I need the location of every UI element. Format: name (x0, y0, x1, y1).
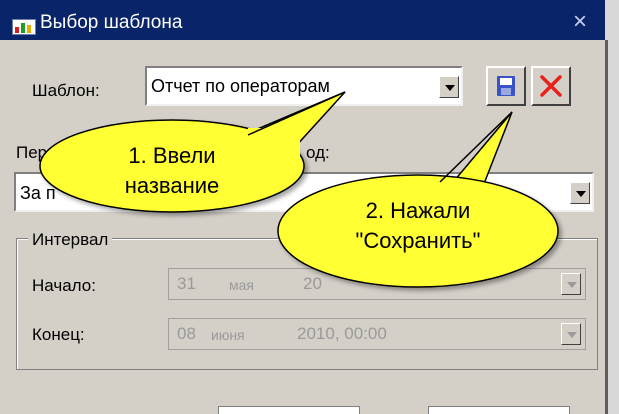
callout-2-line-1: 2. Нажали (365, 198, 471, 223)
interval-title: Интервал (28, 230, 113, 250)
save-button[interactable] (486, 66, 526, 106)
end-day: 08 (177, 324, 196, 343)
period-label: Период: (16, 143, 81, 162)
bottom-field (218, 406, 360, 414)
callout-2-line-2: "Сохранить" (355, 228, 481, 253)
window-title: Выбор шаблона (40, 12, 183, 33)
end-dropdown-icon (561, 323, 581, 345)
red-x-icon (540, 75, 562, 97)
bottom-field (428, 406, 570, 414)
callout-text-1: 1. Ввели название (72, 141, 272, 201)
start-day: 31 (177, 274, 196, 293)
period-value: За п (20, 183, 56, 203)
interval-group (16, 238, 598, 370)
start-year-time: 20 (303, 274, 322, 293)
template-dropdown-icon[interactable] (439, 76, 459, 98)
start-dropdown-icon (561, 273, 581, 295)
template-combobox[interactable]: Отчет по операторам (145, 66, 463, 106)
app-icon (12, 19, 36, 35)
callout-1-line-2: название (124, 173, 220, 198)
period-dropdown-icon[interactable] (570, 182, 590, 204)
start-date-field: 31 мая 20 (168, 268, 586, 300)
title-bar[interactable]: Выбор шаблона × (0, 0, 605, 40)
end-year-time: 2010, 00:00 (297, 324, 387, 343)
callout-text-2: 2. Нажали "Сохранить" (318, 196, 518, 256)
end-date-field: 08 июня 2010, 00:00 (168, 318, 586, 350)
template-value: Отчет по операторам (151, 76, 330, 96)
end-month: июня (211, 327, 245, 343)
template-label: Шаблон: (32, 81, 100, 100)
window-edge (605, 0, 619, 414)
callout-1-line-1: 1. Ввели (128, 143, 216, 168)
bottom-controls (0, 400, 605, 414)
delete-button[interactable] (531, 66, 571, 106)
floppy-disk-icon (497, 76, 515, 96)
period-label-tail: од: (306, 143, 330, 162)
close-icon[interactable]: × (573, 8, 587, 36)
end-label: Конец: (32, 325, 85, 344)
template-dialog: Выбор шаблона × Шаблон: Отчет по операто… (0, 0, 605, 414)
start-month: мая (229, 277, 254, 293)
start-label: Начало: (32, 276, 96, 295)
